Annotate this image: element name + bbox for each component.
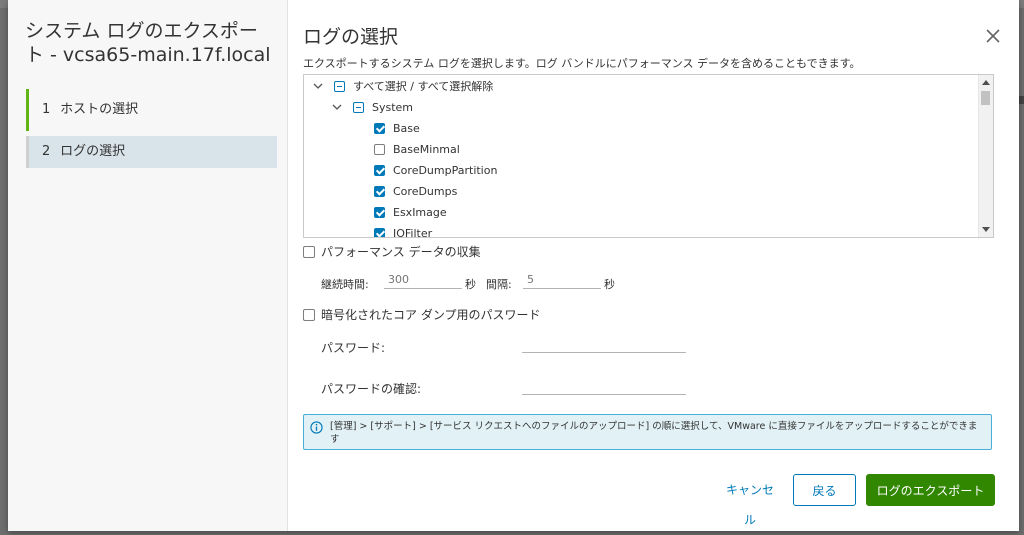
close-icon[interactable] xyxy=(983,26,1003,46)
export-logs-button[interactable]: ログのエクスポート xyxy=(866,474,995,506)
page-title: ログの選択 xyxy=(303,26,399,48)
tree-item[interactable]: Base xyxy=(374,118,420,138)
tree-item[interactable]: BaseMinmal xyxy=(374,139,460,159)
info-alert: [管理] > [サポート] > [サービス リクエストへのファイルのアップロード… xyxy=(303,414,992,450)
tree-item[interactable]: CoreDumps xyxy=(374,181,457,201)
scroll-thumb[interactable] xyxy=(981,91,990,105)
confirm-password-label: パスワードの確認: xyxy=(321,382,422,396)
tree-item[interactable]: IOFilter xyxy=(374,223,433,238)
interval-unit: 秒 xyxy=(604,278,615,291)
tree-item[interactable]: EsxImage xyxy=(374,202,447,222)
system-label: System xyxy=(372,100,414,114)
confirm-password-field[interactable] xyxy=(522,374,686,395)
step-label: ログの選択 xyxy=(60,144,126,159)
tree-item-label: CoreDumpPartition xyxy=(393,163,498,177)
step-number: 2 xyxy=(42,144,51,159)
tree-item-checkbox[interactable] xyxy=(374,122,385,134)
tree-item-label: IOFilter xyxy=(393,226,433,238)
log-tree: すべて選択 / すべて選択解除 System Base BaseMinmal Cor… xyxy=(303,74,994,238)
select-all-checkbox[interactable] xyxy=(334,80,345,92)
performance-option[interactable]: パフォーマンス データの収集 xyxy=(303,243,481,260)
encryption-label: 暗号化されたコア ダンプ用のパスワード xyxy=(321,308,541,322)
scroll-down-arrow[interactable] xyxy=(982,227,990,232)
encryption-checkbox[interactable] xyxy=(303,308,315,321)
tree-item-checkbox[interactable] xyxy=(374,185,385,197)
step-label: ホストの選択 xyxy=(60,102,139,117)
encryption-option[interactable]: 暗号化されたコア ダンプ用のパスワード xyxy=(303,306,540,323)
back-button[interactable]: 戻る xyxy=(793,474,856,506)
tree-item-checkbox[interactable] xyxy=(374,164,385,176)
chevron-down-icon[interactable] xyxy=(312,80,324,92)
interval-input[interactable] xyxy=(523,270,601,289)
wizard-sidebar: システム ログのエクスポート - vcsa65-main.17f.local 1… xyxy=(8,0,288,531)
wizard-step-select-logs[interactable]: 2 ログの選択 xyxy=(26,136,277,168)
step-number: 1 xyxy=(42,102,51,117)
tree-row-select-all[interactable]: すべて選択 / すべて選択解除 xyxy=(312,76,493,96)
tree-item-label: CoreDumps xyxy=(393,184,458,198)
chevron-down-icon[interactable] xyxy=(331,101,343,113)
tree-item-checkbox[interactable] xyxy=(374,143,385,155)
select-all-label: すべて選択 / すべて選択解除 xyxy=(353,80,494,93)
tree-item-label: BaseMinmal xyxy=(393,142,460,156)
tree-item-label: Base xyxy=(393,121,420,135)
tree-item-checkbox[interactable] xyxy=(374,206,385,218)
performance-checkbox[interactable] xyxy=(303,245,315,258)
info-text: [管理] > [サポート] > [サービス リクエストへのファイルのアップロード… xyxy=(330,421,978,445)
scroll-up-arrow[interactable] xyxy=(982,80,990,85)
system-checkbox[interactable] xyxy=(353,101,364,113)
duration-label: 継続時間: xyxy=(321,278,369,291)
wizard-title: システム ログのエクスポート - vcsa65-main.17f.local xyxy=(25,20,271,66)
info-icon xyxy=(310,421,323,434)
cancel-button[interactable]: キャンセル xyxy=(717,474,783,527)
tree-item-checkbox[interactable] xyxy=(374,227,385,237)
export-logs-dialog: システム ログのエクスポート - vcsa65-main.17f.local 1… xyxy=(8,0,1019,531)
password-label: パスワード: xyxy=(321,341,386,355)
duration-unit: 秒 xyxy=(465,278,476,291)
tree-scrollbar[interactable] xyxy=(978,75,993,237)
duration-input[interactable] xyxy=(384,270,462,289)
password-field[interactable] xyxy=(522,332,686,353)
performance-label: パフォーマンス データの収集 xyxy=(321,245,481,259)
tree-row-system[interactable]: System xyxy=(331,97,413,117)
wizard-step-select-host[interactable]: 1 ホストの選択 xyxy=(26,89,277,131)
wizard-content: ログの選択 エクスポートするシステム ログを選択します。ログ バンドルにパフォー… xyxy=(303,0,1019,531)
page-description: エクスポートするシステム ログを選択します。ログ バンドルにパフォーマンス デー… xyxy=(303,57,861,70)
tree-item-label: EsxImage xyxy=(393,205,447,219)
interval-label: 間隔: xyxy=(486,278,512,291)
tree-item[interactable]: CoreDumpPartition xyxy=(374,160,497,180)
